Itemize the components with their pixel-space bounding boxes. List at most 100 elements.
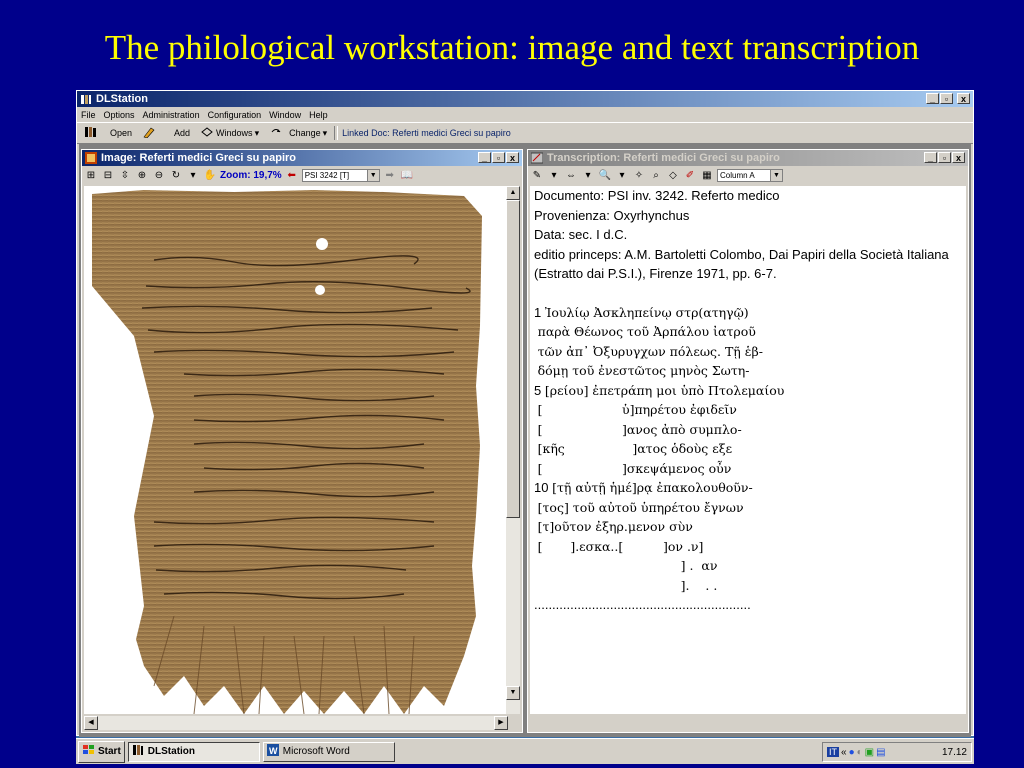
tray-icon[interactable]: ▤ <box>876 747 885 758</box>
books-icon <box>132 744 144 759</box>
tray-icon[interactable]: ▣ <box>865 747 874 758</box>
zoom-out-icon[interactable]: ⊖ <box>152 168 166 182</box>
scroll-down-icon[interactable]: ▼ <box>506 686 520 700</box>
scroll-left-icon[interactable]: ◀ <box>84 716 98 730</box>
transcription-line: ] . αν <box>534 556 962 576</box>
menu-options[interactable]: Options <box>104 110 135 120</box>
language-indicator[interactable]: IT <box>827 747 839 757</box>
line-number: 5 <box>534 382 542 398</box>
transcription-text[interactable]: Documento: PSI inv. 3242. Referto medico… <box>530 186 966 714</box>
scroll-right-icon[interactable]: ▶ <box>494 716 508 730</box>
tray-icon[interactable]: ◐ <box>857 747 863 758</box>
search-icon[interactable]: 🔍 <box>598 168 612 182</box>
main-toolbar: Open Add Windows ▾ Change ▾ Linked Doc: … <box>77 122 973 144</box>
back-arrow-icon[interactable]: ⬅ <box>285 168 299 182</box>
pen-icon <box>142 126 156 140</box>
doc-header-line: editio princeps: A.M. Bartoletti Colombo… <box>534 246 949 262</box>
line-text: [ ὑ]πηρέτου ἐφιδεῖν <box>537 402 737 417</box>
hand-icon[interactable]: ✋ <box>203 168 217 182</box>
link-icon[interactable]: ⇔ <box>564 168 578 182</box>
line-text: [τῇ αὐτῇ ἡμέ]ρᾳ ἐπακολουθοῦν- <box>552 480 753 495</box>
line-number: 1 <box>534 304 542 320</box>
toolbar-separator <box>334 126 339 140</box>
app-titlebar[interactable]: DLStation _ ▫ x <box>77 91 973 107</box>
transcription-window-titlebar[interactable]: Transcription: Referti medici Greci su p… <box>528 150 968 166</box>
change-button[interactable]: Change ▾ <box>266 125 330 141</box>
chevron-down-icon: ▾ <box>322 127 328 138</box>
forward-arrow-icon[interactable]: ➡ <box>383 168 397 182</box>
start-button[interactable]: Start <box>78 740 125 763</box>
menu-file[interactable]: File <box>81 110 96 120</box>
fit-height-icon[interactable]: ⇳ <box>118 168 132 182</box>
tray-expand-icon[interactable]: « <box>841 747 847 758</box>
image-horizontal-scrollbar[interactable]: ◀ ▶ <box>84 716 508 730</box>
fit-width-icon[interactable]: ⊟ <box>101 168 115 182</box>
column-select[interactable]: Column A ▼ <box>717 168 783 182</box>
close-button[interactable]: x <box>952 152 965 163</box>
chevron-down-icon[interactable]: ▾ <box>615 168 629 182</box>
minimize-button[interactable]: _ <box>478 152 491 163</box>
diamond-icon[interactable]: ◇ <box>666 168 680 182</box>
menu-help[interactable]: Help <box>309 110 328 120</box>
task-word[interactable]: W Microsoft Word <box>262 741 395 762</box>
highlight-icon[interactable]: ✧ <box>632 168 646 182</box>
tray-icon[interactable]: ● <box>849 747 855 758</box>
app-window: DLStation _ ▫ x File Options Administrat… <box>76 90 974 737</box>
scroll-thumb[interactable] <box>506 200 520 518</box>
taskbar: Start DLStation W Microsoft Word IT « ● … <box>76 738 974 764</box>
line-number: 10 <box>534 480 549 495</box>
windows-icon <box>200 126 214 140</box>
doc-header-line: Provenienza: Oxyrhynchus <box>534 207 690 223</box>
transcription-window: Transcription: Referti medici Greci su p… <box>527 149 969 733</box>
maximize-button[interactable]: ▫ <box>940 93 953 104</box>
windows-logo-icon <box>82 744 96 759</box>
zoom-in-icon[interactable]: ⊕ <box>135 168 149 182</box>
change-icon <box>269 126 283 140</box>
books-icon <box>84 126 98 140</box>
fit-icon[interactable]: ⊞ <box>84 168 98 182</box>
image-window-titlebar[interactable]: Image: Referti medici Greci su papiro _ … <box>82 150 522 166</box>
svg-text:W: W <box>269 746 278 756</box>
minimize-button[interactable]: _ <box>924 152 937 163</box>
pen-icon[interactable]: ✎ <box>530 168 544 182</box>
transcription-line: παρὰ Θέωνος τοῦ Ἀρπάλου ἰατροῦ <box>534 322 962 342</box>
app-title: DLStation <box>96 93 148 105</box>
transcription-line: [ ]σκεψάμενος οὖν <box>534 459 962 479</box>
transcription-line: τῶν ἀπ᾽ Ὀξυρυγχων πόλεως. Τῇ ἑβ- <box>534 342 962 362</box>
chevron-down-icon: ▾ <box>254 127 260 138</box>
task-dlstation[interactable]: DLStation <box>127 741 260 762</box>
menu-window[interactable]: Window <box>269 110 301 120</box>
papyrus-fragment <box>92 190 482 714</box>
menu-administration[interactable]: Administration <box>143 110 200 120</box>
scroll-up-icon[interactable]: ▲ <box>506 186 520 200</box>
book-icon[interactable]: 📖 <box>400 168 414 182</box>
grid-icon[interactable]: ▦ <box>700 168 714 182</box>
add-button[interactable]: Add <box>139 125 193 141</box>
papyrus-image[interactable] <box>84 186 508 714</box>
marker-icon[interactable]: ✐ <box>683 168 697 182</box>
dlstation-icon <box>80 93 92 105</box>
image-window: Image: Referti medici Greci su papiro _ … <box>81 149 523 733</box>
doc-header-line: Documento: PSI inv. 3242. Referto medico <box>534 188 780 203</box>
line-text: [ ].εσκα..[ ]ον .ν] <box>537 538 704 554</box>
maximize-button[interactable]: ▫ <box>938 152 951 163</box>
close-button[interactable]: x <box>957 93 970 104</box>
zoom-level: Zoom: 19,7% <box>220 169 282 181</box>
chevron-down-icon[interactable]: ▾ <box>186 168 200 182</box>
menu-configuration[interactable]: Configuration <box>208 110 262 120</box>
windows-button[interactable]: Windows ▾ <box>197 125 262 141</box>
image-vertical-scrollbar[interactable]: ▲ ▼ <box>506 186 520 714</box>
open-button[interactable]: Open <box>81 125 135 141</box>
maximize-button[interactable]: ▫ <box>492 152 505 163</box>
page-select[interactable]: PSI 3242 [T] ▼ <box>301 168 380 182</box>
doc-header-line: Data: sec. I d.C. <box>534 227 628 242</box>
find-icon[interactable]: ⌕ <box>649 168 663 182</box>
chevron-down-icon[interactable]: ▾ <box>581 168 595 182</box>
rotate-icon[interactable]: ↻ <box>169 168 183 182</box>
chevron-down-icon: ▼ <box>366 169 379 181</box>
chevron-down-icon[interactable]: ▾ <box>547 168 561 182</box>
line-text: τῶν ἀπ᾽ Ὀξυρυγχων πόλεως. Τῇ ἑβ- <box>537 343 763 359</box>
close-button[interactable]: x <box>506 152 519 163</box>
minimize-button[interactable]: _ <box>926 93 939 104</box>
line-text: δόμῃ τοῦ ἐνεστῶτος μηνὸς Σωτη- <box>537 363 750 378</box>
